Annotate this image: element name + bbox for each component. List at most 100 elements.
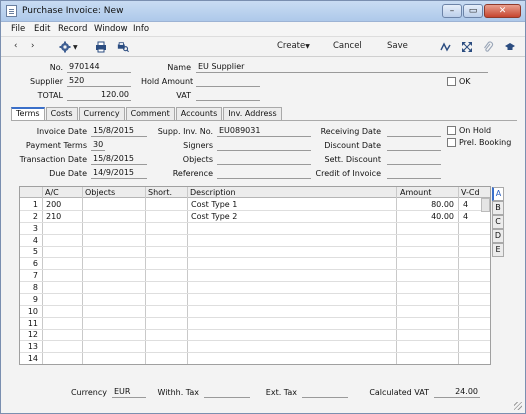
cell-description[interactable]: Cost Type 1 bbox=[191, 200, 391, 209]
resize-grip-icon[interactable] bbox=[514, 402, 522, 410]
grid-scroll-thumb[interactable] bbox=[481, 198, 490, 212]
table-row[interactable]: 11 bbox=[20, 318, 490, 330]
table-row[interactable]: 3 bbox=[20, 223, 490, 235]
ok-checkbox[interactable] bbox=[447, 77, 456, 86]
table-row[interactable]: 7 bbox=[20, 270, 490, 283]
row-number: 5 bbox=[32, 247, 38, 257]
col-vcd: V-Cd bbox=[461, 188, 480, 197]
sett-discount-label: Sett. Discount bbox=[324, 155, 381, 164]
side-tab-a[interactable]: A bbox=[492, 187, 504, 201]
forward-icon[interactable]: › bbox=[31, 41, 34, 51]
col-short: Short. bbox=[148, 188, 173, 197]
reference-field[interactable] bbox=[217, 168, 311, 179]
table-row[interactable]: 13 bbox=[20, 341, 490, 354]
prel-booking-checkbox[interactable] bbox=[447, 138, 456, 147]
ext-tax-label: Ext. Tax bbox=[265, 388, 297, 397]
tab-comment[interactable]: Comment bbox=[125, 107, 175, 120]
col-objects: Objects bbox=[85, 188, 116, 197]
cell-amount[interactable]: 40.00 bbox=[400, 212, 454, 221]
print-preview-icon[interactable] bbox=[117, 41, 129, 53]
side-tab-b[interactable]: B bbox=[492, 201, 504, 215]
back-icon[interactable]: ‹ bbox=[14, 41, 17, 51]
table-row[interactable]: 12 bbox=[20, 329, 490, 342]
side-tab-c[interactable]: C bbox=[492, 215, 504, 229]
supplier-field[interactable]: 520 bbox=[67, 76, 131, 87]
save-button[interactable]: Save bbox=[387, 41, 408, 51]
receiving-date-field[interactable] bbox=[387, 126, 441, 137]
table-row[interactable]: 4 bbox=[20, 235, 490, 247]
on-hold-checkbox[interactable] bbox=[447, 126, 456, 135]
discount-date-field[interactable] bbox=[387, 140, 441, 151]
tab-terms[interactable]: Terms bbox=[11, 107, 45, 120]
side-tab-e[interactable]: E bbox=[492, 243, 504, 257]
printer-icon[interactable] bbox=[95, 41, 107, 53]
signers-field[interactable] bbox=[217, 140, 311, 151]
cell-vcd[interactable]: 4 bbox=[463, 212, 487, 221]
withh-tax-field[interactable] bbox=[204, 387, 250, 398]
ext-tax-field[interactable] bbox=[302, 387, 348, 398]
menu-record[interactable]: Record bbox=[58, 24, 87, 34]
invoice-date-field[interactable]: 15/8/2015 bbox=[91, 126, 147, 137]
cell-ac[interactable]: 200 bbox=[46, 200, 80, 209]
cell-ac[interactable]: 210 bbox=[46, 212, 80, 221]
hold-amount-field[interactable] bbox=[196, 76, 260, 87]
card-tabs: Terms Costs Currency Comment Accounts In… bbox=[11, 107, 283, 120]
row-number: 8 bbox=[32, 282, 38, 292]
prel-booking-label: Prel. Booking bbox=[459, 138, 512, 147]
gear-menu-chevron-icon[interactable]: ▼ bbox=[73, 44, 78, 51]
table-row[interactable]: 5 bbox=[20, 246, 490, 259]
signature-icon[interactable] bbox=[440, 41, 452, 53]
tab-accounts[interactable]: Accounts bbox=[175, 107, 223, 120]
minimize-icon: – bbox=[449, 6, 455, 16]
title-bar[interactable]: Purchase Invoice: New – ▭ ✕ bbox=[1, 1, 525, 22]
menu-window[interactable]: Window bbox=[94, 24, 128, 34]
mortarboard-icon[interactable] bbox=[504, 41, 516, 53]
signers-label: Signers bbox=[183, 141, 213, 150]
cancel-button[interactable]: Cancel bbox=[333, 41, 362, 51]
expand-icon[interactable] bbox=[461, 41, 473, 53]
invoice-date-label: Invoice Date bbox=[36, 127, 87, 136]
name-label: Name bbox=[167, 63, 191, 72]
menu-info[interactable]: Info bbox=[133, 24, 149, 34]
table-row[interactable]: 9 bbox=[20, 294, 490, 306]
name-field[interactable]: EU Supplier bbox=[196, 62, 488, 73]
supplier-label: Supplier bbox=[30, 77, 63, 86]
row-number: 4 bbox=[32, 235, 38, 245]
supp-inv-no-label: Supp. Inv. No. bbox=[157, 127, 213, 136]
tab-inv-address[interactable]: Inv. Address bbox=[223, 107, 282, 120]
currency-field[interactable]: EUR bbox=[112, 387, 146, 398]
cell-description[interactable]: Cost Type 2 bbox=[191, 212, 391, 221]
document-icon bbox=[6, 5, 17, 17]
credit-of-invoice-field[interactable] bbox=[387, 168, 441, 179]
gear-icon[interactable] bbox=[59, 41, 71, 53]
maximize-button[interactable]: ▭ bbox=[463, 4, 483, 18]
table-row[interactable]: 14 bbox=[20, 353, 490, 364]
table-row[interactable]: 2 210 Cost Type 2 40.00 4 bbox=[20, 211, 490, 223]
tab-costs[interactable]: Costs bbox=[45, 107, 78, 120]
payment-terms-field[interactable]: 30 bbox=[91, 140, 105, 151]
table-row[interactable]: 10 bbox=[20, 306, 490, 318]
due-date-field[interactable]: 14/9/2015 bbox=[91, 168, 147, 179]
hold-amount-label: Hold Amount bbox=[141, 77, 194, 86]
col-ac: A/C bbox=[45, 188, 59, 197]
tab-currency[interactable]: Currency bbox=[78, 107, 125, 120]
close-button[interactable]: ✕ bbox=[484, 4, 521, 18]
menu-edit[interactable]: Edit bbox=[34, 24, 50, 34]
cell-amount[interactable]: 80.00 bbox=[400, 200, 454, 209]
no-field[interactable]: 970144 bbox=[67, 62, 131, 73]
objects-field[interactable] bbox=[217, 154, 311, 165]
table-row[interactable]: 8 bbox=[20, 282, 490, 294]
transaction-date-field[interactable]: 15/8/2015 bbox=[91, 154, 147, 165]
supp-inv-no-field[interactable]: EU089031 bbox=[217, 126, 311, 137]
table-row[interactable]: 6 bbox=[20, 258, 490, 271]
sett-discount-field[interactable] bbox=[387, 154, 441, 165]
create-button[interactable]: Create▼ bbox=[277, 41, 310, 51]
row-number: 2 bbox=[32, 211, 38, 221]
transaction-date-label: Transaction Date bbox=[19, 155, 87, 164]
attachment-icon[interactable] bbox=[482, 41, 494, 53]
menu-file[interactable]: File bbox=[11, 24, 25, 34]
minimize-button[interactable]: – bbox=[442, 4, 462, 18]
table-row[interactable]: 1 200 Cost Type 1 80.00 4 bbox=[20, 199, 490, 211]
vat-field[interactable] bbox=[196, 90, 260, 101]
side-tab-d[interactable]: D bbox=[492, 229, 504, 243]
